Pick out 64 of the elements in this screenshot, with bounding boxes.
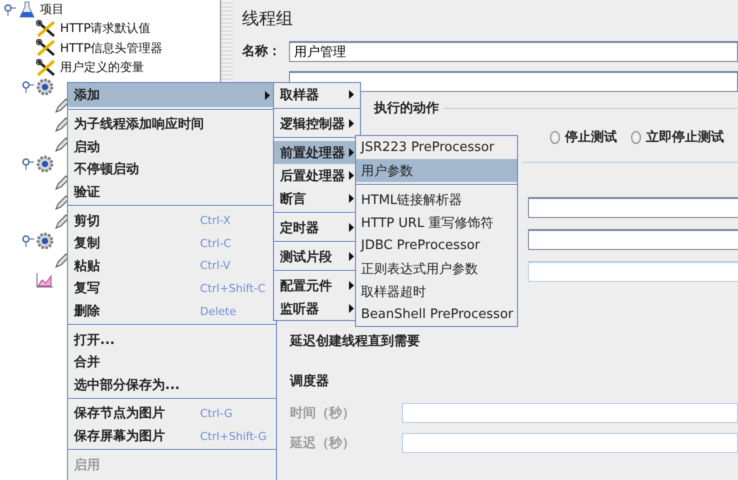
- menu-item[interactable]: 不停顿启动: [68, 158, 276, 181]
- menu-item[interactable]: 保存节点为图片 Ctrl-G: [68, 402, 276, 425]
- menu-item[interactable]: 为子线程添加响应时间: [68, 113, 276, 136]
- menu-item[interactable]: 剪切 Ctrl-X: [68, 209, 276, 232]
- pencil-icon: [54, 194, 70, 211]
- menu-item[interactable]: 逻辑控制器: [274, 112, 360, 135]
- expand-handle[interactable]: [22, 158, 36, 170]
- chart-icon: [36, 272, 54, 288]
- pencil-icon: [54, 252, 70, 268]
- tree-item[interactable]: HTTP请求默认值: [59, 20, 152, 38]
- gear-icon: [36, 155, 54, 174]
- expand-handle[interactable]: [22, 80, 36, 93]
- field-label: 延迟（秒）: [290, 435, 356, 452]
- pencil-icon: [54, 214, 70, 230]
- menu-item[interactable]: 删除 Delete: [68, 300, 276, 322]
- text-field[interactable]: [528, 197, 738, 218]
- menu-item[interactable]: 合并: [68, 350, 276, 374]
- menu-item[interactable]: 保存屏幕为图片 Ctrl+Shift-G: [68, 424, 276, 448]
- tree-item[interactable]: 项目: [39, 1, 65, 18]
- menu-item[interactable]: 粘贴 Ctrl-V: [68, 254, 276, 278]
- wrench-icon: [36, 20, 56, 38]
- menu-item[interactable]: 启动: [68, 136, 276, 158]
- radio-label: 停止测试: [565, 129, 617, 146]
- pencil-icon: [54, 175, 70, 192]
- text-field[interactable]: [402, 433, 738, 453]
- menu-item[interactable]: HTTP URL 重写修饰符: [356, 211, 517, 234]
- pencil-icon: [54, 136, 70, 153]
- wrench-icon: [36, 39, 56, 58]
- menu-item[interactable]: 复制 Ctrl-C: [68, 232, 276, 255]
- gear-icon: [36, 232, 54, 250]
- menu-item[interactable]: 验证: [68, 180, 276, 204]
- wrench-icon: [36, 58, 56, 77]
- gear-icon: [36, 78, 54, 96]
- text-field[interactable]: [528, 261, 738, 282]
- menu-item[interactable]: JDBC PreProcessor: [356, 234, 517, 257]
- expand-handle[interactable]: [4, 4, 18, 16]
- panel-title: 线程组: [242, 8, 294, 31]
- radio-label: 立即停止测试: [646, 128, 724, 146]
- flask-icon: [18, 0, 36, 19]
- menu-item[interactable]: 添加: [68, 83, 276, 107]
- field-label: 名称：: [242, 43, 282, 60]
- menu-item[interactable]: 复写 Ctrl+Shift-C: [68, 277, 276, 300]
- radio-button[interactable]: [550, 130, 560, 144]
- tree-item[interactable]: HTTP信息头管理器: [59, 40, 164, 57]
- menu-item[interactable]: 取样器: [274, 83, 360, 106]
- expand-handle[interactable]: [22, 235, 36, 248]
- checkbox-label: 调度器: [290, 372, 330, 390]
- text-field[interactable]: [402, 403, 738, 423]
- radio-button[interactable]: [631, 130, 641, 144]
- pencil-icon: [54, 98, 70, 114]
- menu-item[interactable]: 打开...: [68, 328, 276, 351]
- checkbox-label: 延迟创建线程直到需要: [290, 333, 421, 350]
- menu-item[interactable]: 用户参数: [356, 159, 517, 182]
- pencil-icon: [54, 117, 70, 134]
- menu-item[interactable]: 选中部分保存为...: [68, 374, 276, 396]
- menu-item[interactable]: 取样器超时: [356, 280, 517, 303]
- menu-item[interactable]: BeanShell PreProcessor: [356, 303, 517, 326]
- field-label: 时间（秒）: [290, 405, 356, 422]
- text-field[interactable]: 用户管理: [289, 40, 738, 62]
- group-label: 执行的动作: [374, 100, 439, 117]
- menu-item[interactable]: 正则表达式用户参数: [356, 257, 517, 280]
- text-field[interactable]: [528, 229, 738, 250]
- tree-item[interactable]: 用户定义的变量: [59, 59, 145, 76]
- menu-item[interactable]: HTML链接解析器: [356, 188, 517, 211]
